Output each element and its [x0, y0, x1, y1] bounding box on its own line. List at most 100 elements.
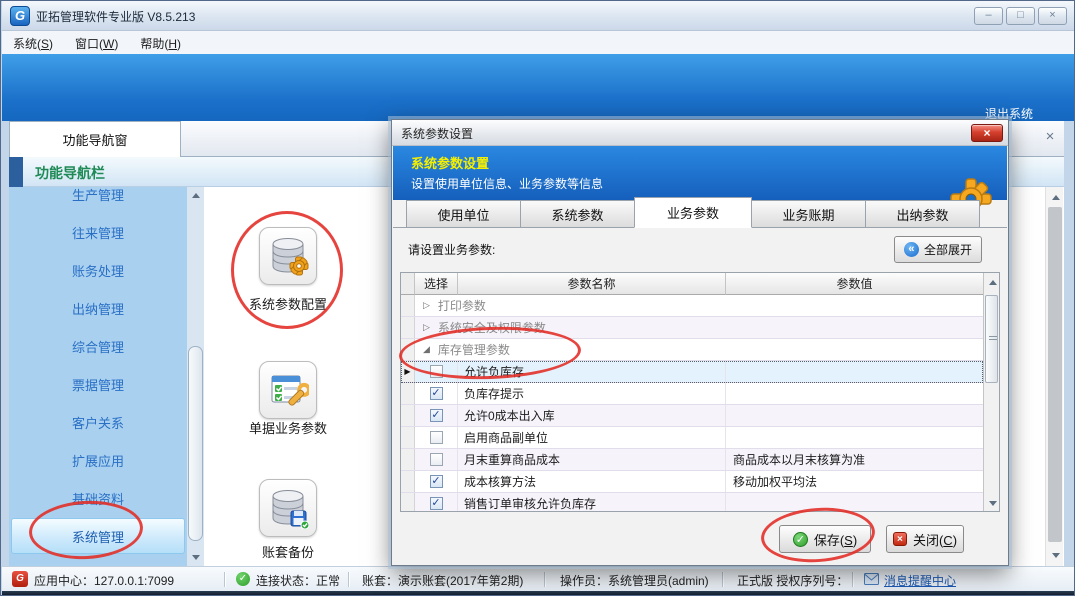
sidebar-item[interactable]: 系统管理	[11, 518, 185, 554]
sidebar-item[interactable]: 账务处理	[9, 251, 187, 289]
maximize-button[interactable]: □	[1006, 7, 1035, 25]
row-marker	[401, 339, 415, 360]
scrollbar-thumb[interactable]	[188, 346, 203, 541]
scrollbar-thumb[interactable]	[985, 295, 998, 383]
param-checkbox[interactable]: ✓	[430, 497, 443, 510]
dialog-tab[interactable]: 业务参数	[634, 197, 752, 228]
param-row[interactable]: ▶允许负库存	[401, 361, 983, 383]
tab-function-navigation[interactable]: 功能导航窗	[9, 121, 181, 157]
dialog-tab[interactable]: 使用单位	[406, 200, 521, 228]
param-checkbox[interactable]	[430, 365, 443, 378]
sidebar-item[interactable]: 出纳管理	[9, 289, 187, 327]
scroll-up-icon[interactable]	[1047, 189, 1064, 206]
row-marker	[401, 383, 415, 404]
param-name: 月末重算商品成本	[458, 449, 726, 470]
dialog-banner-subtitle: 设置使用单位信息、业务参数等信息	[411, 175, 603, 192]
header-select: 选择	[415, 273, 458, 295]
sidebar-scrollbar[interactable]	[187, 187, 204, 566]
param-checkbox[interactable]	[430, 431, 443, 444]
shortcut-backup-label: 账套备份	[218, 542, 358, 561]
tab-close-icon[interactable]: ×	[1041, 128, 1059, 146]
param-checkbox[interactable]: ✓	[430, 409, 443, 422]
scroll-down-icon[interactable]	[187, 549, 204, 566]
message-center-link[interactable]: 消息提醒中心	[884, 572, 956, 589]
shortcut-doc-params-button[interactable]	[259, 361, 317, 419]
sidebar-item[interactable]: 客户关系	[9, 403, 187, 441]
dialog-title-bar: 系统参数设置 ×	[392, 120, 1008, 146]
row-marker	[401, 405, 415, 426]
status-divider	[224, 572, 225, 587]
param-name: 成本核算方法	[458, 471, 726, 492]
param-value	[726, 493, 983, 511]
dialog-banner: 系统参数设置 设置使用单位信息、业务参数等信息	[393, 146, 1007, 200]
status-operator: 操作员：系统管理员(admin)	[560, 572, 709, 589]
status-connection: 连接状态：正常	[256, 572, 340, 589]
dialog-close-button[interactable]: ×	[971, 124, 1003, 142]
nav-accent	[9, 157, 23, 187]
title-bar: G 亚拓管理软件专业版 V8.5.213 – □ ×	[2, 1, 1075, 31]
shortcut-system-params-button[interactable]	[259, 227, 317, 285]
check-circle-icon: ✓	[793, 532, 808, 547]
save-button[interactable]: ✓ 保存(S)	[779, 525, 871, 553]
sidebar-item[interactable]: 生产管理	[9, 187, 187, 213]
main-scrollbar[interactable]	[1045, 187, 1063, 566]
menu-item[interactable]: 系统(S)	[2, 31, 64, 52]
dialog-tab[interactable]: 出纳参数	[865, 200, 980, 228]
status-license: 正式版 授权序列号：	[737, 572, 848, 589]
close-button[interactable]: ×	[1038, 7, 1067, 25]
x-square-icon: ×	[893, 532, 907, 546]
sidebar-item[interactable]: 基础资料	[9, 479, 187, 517]
expand-all-button[interactable]: « 全部展开	[894, 236, 982, 263]
scroll-up-icon[interactable]	[187, 187, 204, 204]
header-param-name: 参数名称	[458, 273, 726, 295]
status-logo-icon: G	[12, 571, 28, 587]
row-marker	[401, 493, 415, 511]
menu-item[interactable]: 窗口(W)	[64, 31, 129, 52]
param-row[interactable]: ✓成本核算方法移动加权平均法	[401, 471, 983, 493]
param-value	[726, 383, 983, 404]
param-name: 允许负库存	[458, 361, 726, 382]
window-title: 亚拓管理软件专业版 V8.5.213	[36, 8, 195, 25]
sidebar-item[interactable]: 扩展应用	[9, 441, 187, 479]
database-backup-icon	[267, 487, 309, 529]
param-row[interactable]: 启用商品副单位	[401, 427, 983, 449]
param-group-row[interactable]: ▷系统安全及权限参数	[401, 317, 983, 339]
menu-item[interactable]: 帮助(H)	[129, 31, 192, 52]
minimize-button[interactable]: –	[974, 7, 1003, 25]
param-group-row[interactable]: ▷打印参数	[401, 295, 983, 317]
sidebar-nav: 生产管理往来管理账务处理出纳管理综合管理票据管理客户关系扩展应用基础资料系统管理	[9, 187, 187, 554]
brand-band: 亚拓软件 · 精细化管理软件倡导者	[2, 54, 1075, 121]
dialog-banner-title: 系统参数设置	[411, 153, 489, 172]
status-bar: G 应用中心：127.0.0.1:7099 ✓ 连接状态：正常 账套：演示账套(…	[2, 566, 1075, 591]
param-value	[726, 427, 983, 448]
sidebar-item[interactable]: 票据管理	[9, 365, 187, 403]
param-checkbox[interactable]: ✓	[430, 387, 443, 400]
dialog-close-action-button[interactable]: × 关闭(C)	[886, 525, 964, 553]
scroll-down-icon[interactable]	[984, 495, 1001, 512]
param-checkbox[interactable]: ✓	[430, 475, 443, 488]
app-logo-icon: G	[10, 6, 30, 26]
scrollbar-thumb[interactable]	[1048, 207, 1062, 542]
collapsed-icon[interactable]: ▷	[423, 300, 430, 311]
row-marker	[401, 449, 415, 470]
status-app-center: 应用中心：127.0.0.1:7099	[34, 572, 174, 589]
scroll-down-icon[interactable]	[1047, 547, 1064, 564]
expanded-icon[interactable]: ◢	[423, 344, 430, 355]
param-name: 允许0成本出入库	[458, 405, 726, 426]
header-marker-cell	[401, 273, 415, 295]
dialog-tab[interactable]: 系统参数	[520, 200, 635, 228]
sidebar-item[interactable]: 综合管理	[9, 327, 187, 365]
param-group-row[interactable]: ◢库存管理参数	[401, 339, 983, 361]
table-scrollbar[interactable]	[983, 273, 999, 511]
dialog-tab[interactable]: 业务账期	[751, 200, 866, 228]
form-wrench-icon	[267, 369, 309, 411]
param-row[interactable]: 月末重算商品成本商品成本以月末核算为准	[401, 449, 983, 471]
param-row[interactable]: ✓ 允许0成本出入库	[401, 405, 983, 427]
collapsed-icon[interactable]: ▷	[423, 322, 430, 333]
sidebar-item[interactable]: 往来管理	[9, 213, 187, 251]
param-checkbox[interactable]	[430, 453, 443, 466]
shortcut-backup-button[interactable]	[259, 479, 317, 537]
param-row[interactable]: ✓销售订单审核允许负库存	[401, 493, 983, 511]
scroll-up-icon[interactable]	[984, 274, 1001, 291]
param-row[interactable]: ✓负库存提示	[401, 383, 983, 405]
